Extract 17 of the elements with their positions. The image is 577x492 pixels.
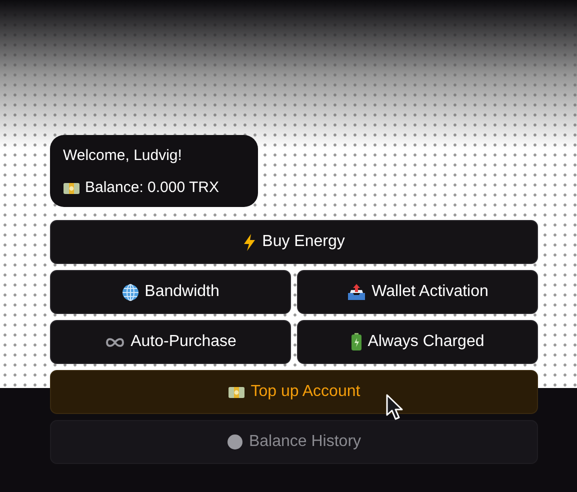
inbox-tray-icon [346,284,366,300]
balance-text: Balance: 0.000 TRX [85,179,219,197]
menu-button[interactable]: Always Charged [297,320,538,364]
circle-icon [226,434,243,450]
lightning-icon [243,234,256,250]
menu-button[interactable]: Wallet Activation [297,270,538,314]
menu-button[interactable]: Buy Energy [50,220,538,264]
welcome-text: Welcome, Ludvig! [63,147,183,165]
banknote-icon [228,386,245,398]
battery-icon [350,333,362,351]
menu-button[interactable]: Balance History [50,420,538,464]
banknote-icon [63,182,80,194]
infinity-icon [104,336,125,348]
menu-button[interactable]: Top up Account [50,370,538,414]
menu-button[interactable]: Auto-Purchase [50,320,291,364]
globe-icon [122,284,139,300]
menu-button[interactable]: Bandwidth [50,270,291,314]
